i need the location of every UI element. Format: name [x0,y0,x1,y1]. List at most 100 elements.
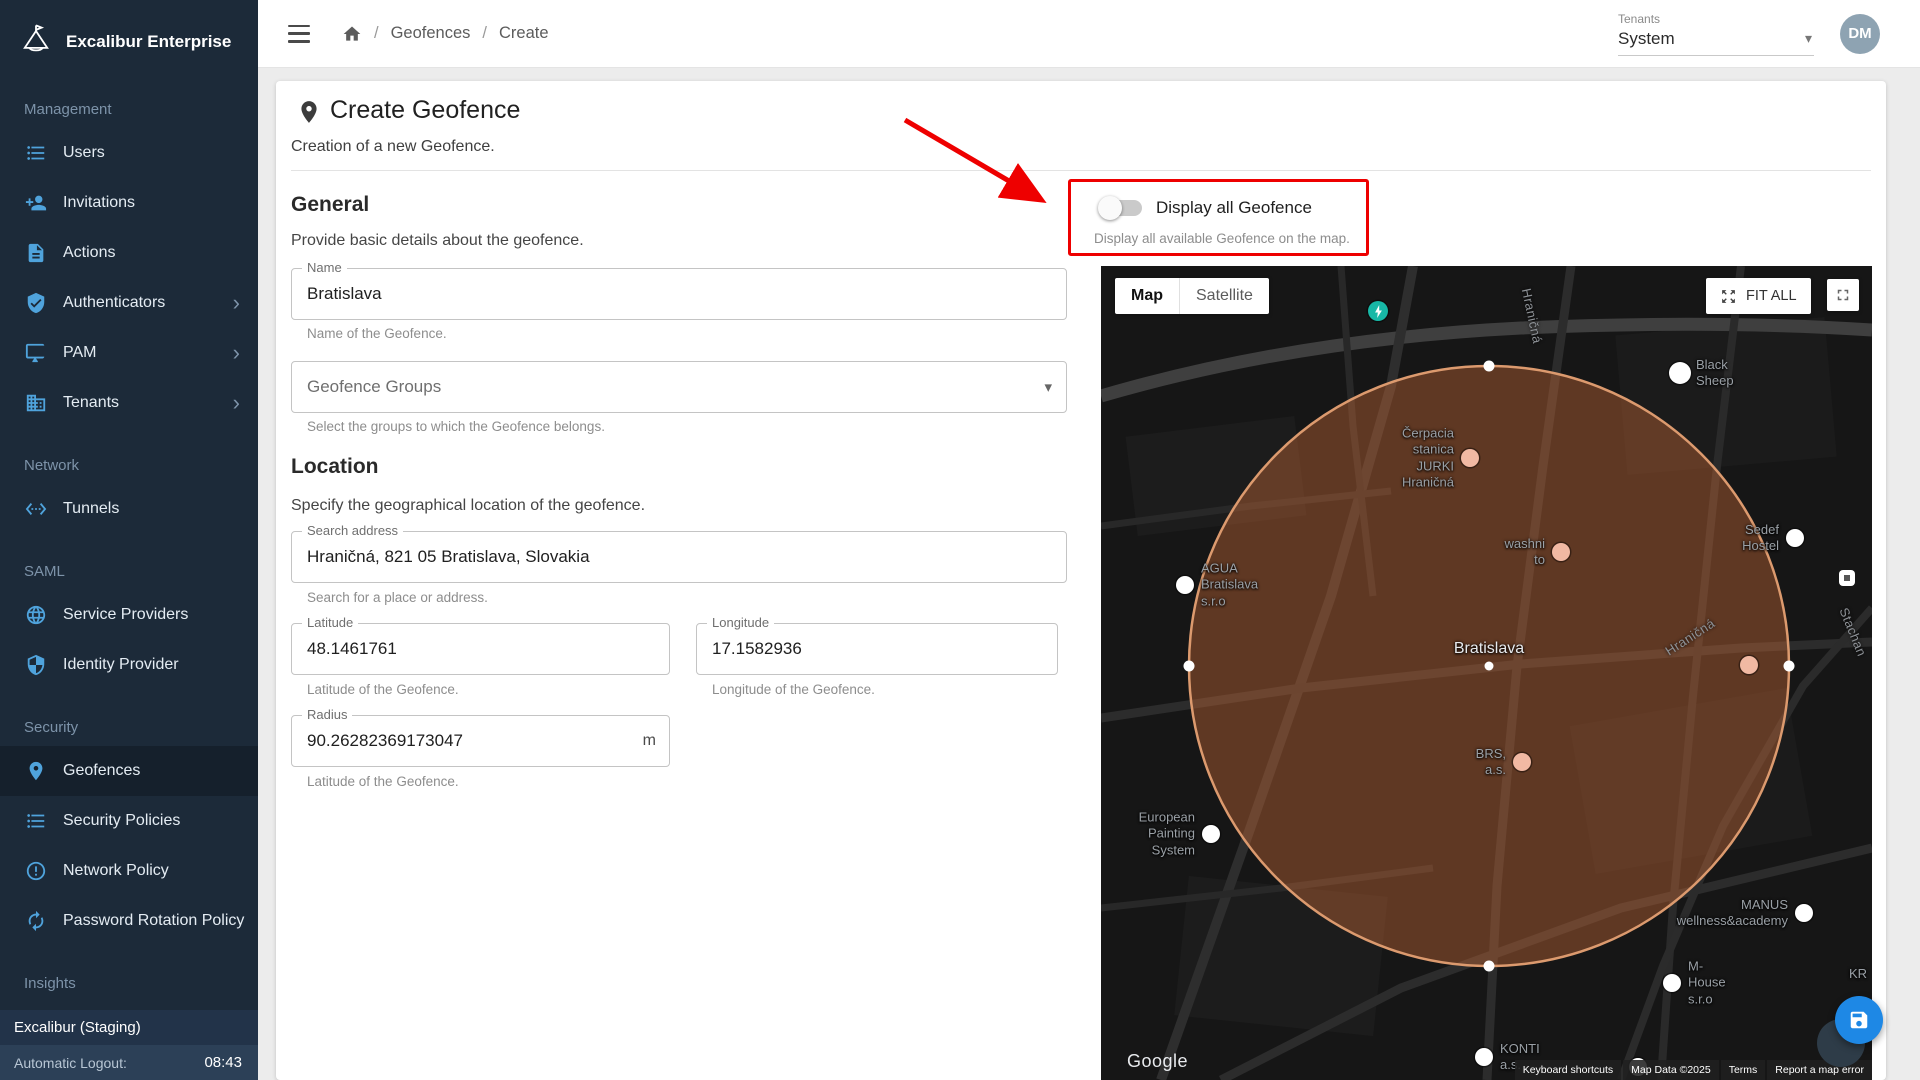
sidebar-item-password-rotation-policy[interactable]: Password Rotation Policy [0,896,258,946]
longitude-hint: Longitude of the Geofence. [712,682,875,697]
poi-dot [1461,449,1479,467]
sidebar-item-authenticators[interactable]: Authenticators › [0,278,258,328]
search-address-input[interactable] [292,532,1066,582]
satellite-tab[interactable]: Satellite [1179,278,1269,314]
auto-logout-label: Automatic Logout: [14,1055,127,1071]
sidebar-footer: Excalibur (Staging) Automatic Logout: 08… [0,1010,258,1080]
map-attribution: Keyboard shortcuts Map Data ©2025 Terms … [1515,1060,1872,1080]
report-map-error-link[interactable]: Report a map error [1767,1060,1872,1080]
environment-badge: Excalibur (Staging) [0,1010,258,1045]
fullscreen-button[interactable] [1827,279,1859,311]
name-input[interactable] [292,269,1066,319]
sidebar-section-network: Network [0,428,258,484]
auto-logout-value: 08:43 [204,1054,242,1071]
map-canvas[interactable]: Hraničná Hraničná Stachan Black Sheep Če… [1101,266,1872,1080]
section-description-general: Provide basic details about the geofence… [291,232,584,250]
terms-link[interactable]: Terms [1721,1060,1766,1080]
sidebar-item-identity-provider[interactable]: Identity Provider [0,640,258,690]
geofence-handle-east[interactable] [1784,661,1795,672]
sidebar-item-network-policy[interactable]: Network Policy [0,846,258,896]
geofences-icon [24,759,48,783]
fullscreen-icon [1834,286,1852,304]
geofence-groups-select[interactable]: Geofence Groups ▾ [291,361,1067,413]
radius-unit: m [643,716,656,766]
poi-label: European Painting System [1139,810,1195,859]
home-icon[interactable] [342,24,362,44]
chevron-right-icon: › [233,342,240,364]
latitude-input[interactable] [292,624,669,674]
brand-title: Excalibur Enterprise [66,32,231,52]
password-rotation-icon [24,909,48,933]
keyboard-shortcuts-button[interactable]: Keyboard shortcuts [1515,1060,1621,1080]
poi-dot [1552,543,1570,561]
name-field[interactable]: Name [291,268,1067,320]
sidebar-item-invitations[interactable]: Invitations [0,178,258,228]
chevron-down-icon: ▾ [1044,362,1052,412]
sidebar-item-pam[interactable]: PAM › [0,328,258,378]
geofence-handle-north[interactable] [1484,361,1495,372]
sidebar-section-security: Security [0,690,258,746]
radius-hint: Latitude of the Geofence. [307,774,459,789]
breadcrumb-separator: / [482,24,487,43]
chevron-down-icon: ▾ [1805,30,1812,47]
poi-label: MANUS wellness&academy [1677,897,1788,930]
poi-dot [1513,753,1531,771]
sidebar-item-security-policies[interactable]: Security Policies [0,796,258,846]
geofence-handle-south[interactable] [1484,961,1495,972]
section-heading-location: Location [291,455,379,479]
tunnels-icon [24,497,48,521]
geofence-handle-west[interactable] [1184,661,1195,672]
sidebar-item-label: Geofences [63,762,140,780]
longitude-field[interactable]: Longitude [696,623,1058,675]
network-policy-icon [24,859,48,883]
latitude-field[interactable]: Latitude [291,623,670,675]
chevron-right-icon: › [233,392,240,414]
radius-field[interactable]: Radius m [291,715,670,767]
invitations-icon [24,191,48,215]
poi-dot [1669,362,1691,384]
latitude-hint: Latitude of the Geofence. [307,682,459,697]
sidebar-item-tenants[interactable]: Tenants › [0,378,258,428]
poi-dot [1176,576,1194,594]
breadcrumb-geofences[interactable]: Geofences [391,24,471,43]
poi-label: M-House s.r.o [1688,959,1726,1008]
display-all-geofence-toggle[interactable] [1098,191,1146,225]
divider [291,170,1871,171]
avatar[interactable]: DM [1840,14,1880,54]
name-hint: Name of the Geofence. [307,326,447,341]
topbar: / Geofences / Create Tenants System ▾ DM [258,0,1920,68]
sidebar-item-users[interactable]: Users [0,128,258,178]
poi-dot [1786,529,1804,547]
sidebar-item-label: Network Policy [63,862,169,880]
poi-label: washni to [1505,536,1545,569]
radius-input[interactable] [292,716,669,766]
sidebar-item-service-providers[interactable]: Service Providers [0,590,258,640]
menu-toggle-button[interactable] [288,23,314,45]
display-all-geofence-hint: Display all available Geofence on the ma… [1094,231,1350,246]
sidebar-item-label: Users [63,144,105,162]
sidebar-item-actions[interactable]: Actions [0,228,258,278]
sidebar: Excalibur Enterprise Management Users In… [0,0,258,1080]
sidebar-item-geofences[interactable]: Geofences [0,746,258,796]
sidebar-item-label: Service Providers [63,606,188,624]
geofence-handle-center[interactable] [1485,662,1494,671]
save-geofence-fab[interactable] [1835,996,1883,1044]
brand: Excalibur Enterprise [0,0,258,84]
poi-dot [1740,656,1758,674]
fit-all-button[interactable]: FIT ALL [1706,278,1811,314]
tenant-select[interactable]: Tenants System ▾ [1618,12,1814,56]
search-address-field[interactable]: Search address [291,531,1067,583]
longitude-input[interactable] [697,624,1057,674]
page-title: Create Geofence [330,96,520,125]
poi-dot [1202,825,1220,843]
geofence-groups-hint: Select the groups to which the Geofence … [307,419,605,434]
actions-icon [24,241,48,265]
sidebar-item-label: PAM [63,344,96,362]
tenant-select-value: System [1618,29,1675,49]
sidebar-item-label: Invitations [63,194,135,212]
poi-label: Sedef Hostel [1742,522,1779,555]
display-all-geofence-label: Display all Geofence [1156,191,1312,225]
sidebar-item-tunnels[interactable]: Tunnels [0,484,258,534]
city-label: Bratislava [1454,639,1524,659]
map-tab[interactable]: Map [1115,278,1179,314]
